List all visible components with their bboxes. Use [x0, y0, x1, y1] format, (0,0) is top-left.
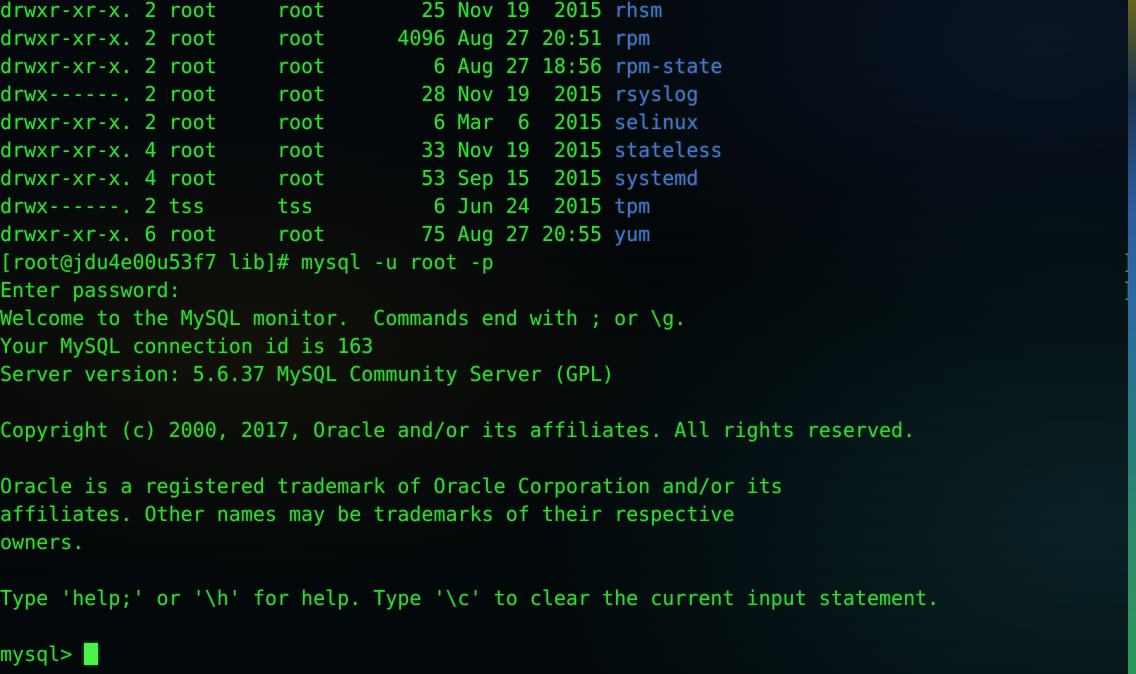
mysql-server-version-line: Server version: 5.6.37 MySQL Community S…: [0, 360, 614, 388]
listing-row-name: rpm-state: [614, 54, 723, 78]
mysql-trademark-text-1: Oracle is a registered trademark of Orac…: [0, 474, 783, 498]
listing-row: drwxr-xr-x. 6 root root 75 Aug 27 20:55 …: [0, 220, 650, 248]
mysql-help-text: Type 'help;' or '\h' for help. Type '\c'…: [0, 586, 940, 610]
listing-row-meta: drwxr-xr-x. 2 root root 6 Mar 6 2015: [0, 110, 615, 134]
listing-row: drwx------. 2 tss tss 6 Jun 24 2015 tpm: [0, 192, 650, 220]
password-prompt: Enter password:: [0, 278, 181, 302]
listing-row-meta: drwxr-xr-x. 6 root root 75 Aug 27 20:55: [0, 222, 615, 246]
text-cursor: [84, 643, 99, 665]
mysql-connection-id-line: Your MySQL connection id is 163: [0, 332, 373, 360]
mysql-server-version-text: Server version: 5.6.37 MySQL Community S…: [0, 362, 615, 386]
mysql-prompt-line[interactable]: mysql>: [0, 640, 99, 668]
listing-row-name: rsyslog: [614, 82, 699, 106]
mysql-trademark-line-2: affiliates. Other names may be trademark…: [0, 500, 735, 528]
mysql-welcome-text: Welcome to the MySQL monitor. Commands e…: [0, 306, 687, 330]
mysql-trademark-text-2: affiliates. Other names may be trademark…: [0, 502, 735, 526]
listing-row-name: stateless: [614, 138, 723, 162]
listing-row-meta: drwxr-xr-x. 4 root root 53 Sep 15 2015: [0, 166, 615, 190]
listing-row-meta: drwx------. 2 root root 28 Nov 19 2015: [0, 82, 615, 106]
listing-row-meta: drwx------. 2 tss tss 6 Jun 24 2015: [0, 194, 615, 218]
mysql-trademark-line-1: Oracle is a registered trademark of Orac…: [0, 472, 783, 500]
listing-row-meta: drwxr-xr-x. 2 root root 4096 Aug 27 20:5…: [0, 26, 615, 50]
shell-prompt: [root@jdu4e00u53f7 lib]# mysql -u root -…: [0, 250, 494, 274]
password-prompt-line: Enter password:: [0, 276, 181, 304]
mysql-help-line: Type 'help;' or '\h' for help. Type '\c'…: [0, 584, 939, 612]
window-edge-strip: [1128, 0, 1136, 674]
listing-row: drwxr-xr-x. 2 root root 4096 Aug 27 20:5…: [0, 24, 650, 52]
listing-row-meta: drwxr-xr-x. 2 root root 25 Nov 19 2015: [0, 0, 615, 22]
mysql-copyright-text: Copyright (c) 2000, 2017, Oracle and/or …: [0, 418, 916, 442]
listing-row-name: systemd: [614, 166, 699, 190]
mysql-prompt-label: mysql>: [0, 642, 85, 666]
shell-prompt-line: [root@jdu4e00u53f7 lib]# mysql -u root -…: [0, 248, 494, 276]
terminal-screen[interactable]: drwxr-xr-x. 2 root root 25 Nov 19 2015 r…: [0, 0, 1136, 674]
mysql-welcome-line: Welcome to the MySQL monitor. Commands e…: [0, 304, 686, 332]
mysql-copyright-line: Copyright (c) 2000, 2017, Oracle and/or …: [0, 416, 915, 444]
mysql-trademark-line-3: owners.: [0, 528, 84, 556]
mysql-trademark-text-3: owners.: [0, 530, 85, 554]
listing-row: drwxr-xr-x. 2 root root 6 Mar 6 2015 sel…: [0, 108, 698, 136]
terminal-window[interactable]: drwxr-xr-x. 2 root root 25 Nov 19 2015 r…: [0, 0, 1136, 674]
listing-row-name: selinux: [614, 110, 699, 134]
listing-row: drwx------. 2 root root 28 Nov 19 2015 r…: [0, 80, 698, 108]
listing-row: drwxr-xr-x. 2 root root 6 Aug 27 18:56 r…: [0, 52, 722, 80]
mysql-connection-id-text: Your MySQL connection id is 163: [0, 334, 374, 358]
listing-row-name: yum: [614, 222, 651, 246]
listing-row-name: rhsm: [614, 0, 663, 22]
listing-row: drwxr-xr-x. 4 root root 53 Sep 15 2015 s…: [0, 164, 698, 192]
listing-row: drwxr-xr-x. 4 root root 33 Nov 19 2015 s…: [0, 136, 722, 164]
listing-row: drwxr-xr-x. 2 root root 25 Nov 19 2015 r…: [0, 0, 662, 24]
listing-row-meta: drwxr-xr-x. 4 root root 33 Nov 19 2015: [0, 138, 615, 162]
listing-row-name: rpm: [614, 26, 651, 50]
listing-row-name: tpm: [614, 194, 651, 218]
listing-row-meta: drwxr-xr-x. 2 root root 6 Aug 27 18:56: [0, 54, 615, 78]
